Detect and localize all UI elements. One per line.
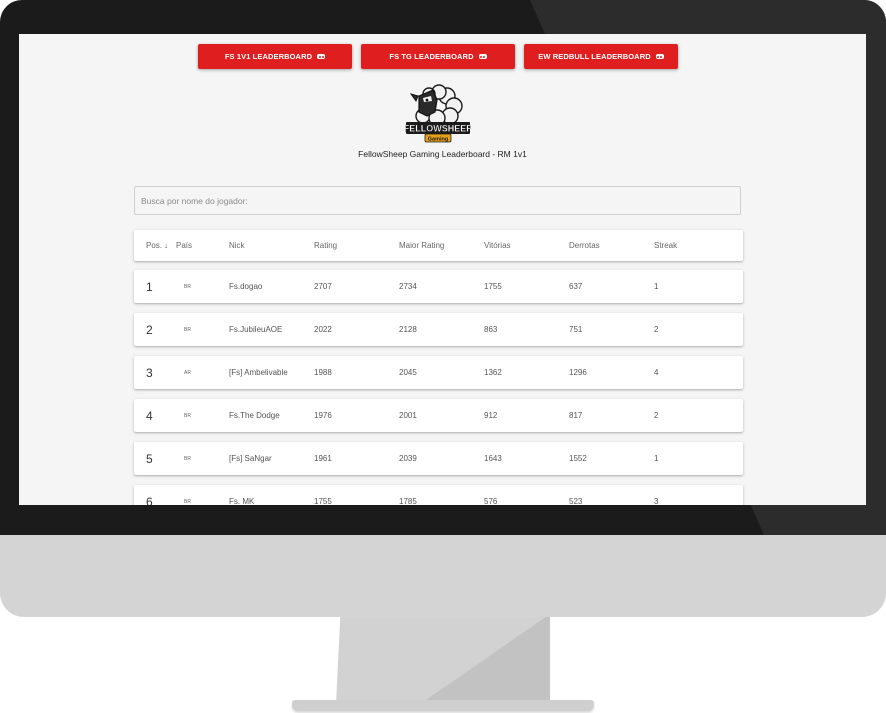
gamepad-icon <box>478 54 487 59</box>
screen: FS 1V1 LEADERBOARD FS TG LEADERBOARD EW … <box>19 34 866 505</box>
row-wins: 912 <box>484 411 498 420</box>
header-nick[interactable]: Nick <box>229 230 245 261</box>
row-max-rating: 1785 <box>399 497 417 505</box>
player-search-input[interactable] <box>134 186 741 215</box>
row-losses: 1296 <box>569 368 587 377</box>
country-flag-icon: BR <box>184 412 191 419</box>
country-flag-icon: BR <box>184 283 191 290</box>
header-rating[interactable]: Rating <box>314 230 337 261</box>
row-max-rating: 2128 <box>399 325 417 334</box>
row-streak: 4 <box>654 368 659 377</box>
header-wins[interactable]: Vitórias <box>484 230 511 261</box>
gamepad-icon <box>317 54 326 59</box>
row-wins: 1362 <box>484 368 502 377</box>
row-streak: 3 <box>654 497 659 505</box>
row-nick: [Fs] Ambelivable <box>229 368 288 377</box>
row-nick: Fs. MK <box>229 497 255 505</box>
page-title: FellowSheep Gaming Leaderboard - RM 1v1 <box>358 149 527 159</box>
country-flag-icon: BR <box>184 498 191 505</box>
row-max-rating: 2045 <box>399 368 417 377</box>
row-position: 5 <box>146 451 153 466</box>
row-rating: 1755 <box>314 497 332 505</box>
row-max-rating: 2734 <box>399 282 417 291</box>
row-wins: 1643 <box>484 454 502 463</box>
row-nick: Fs.JubileuAOE <box>229 325 283 334</box>
row-streak: 1 <box>654 282 659 291</box>
country-flag-icon: BR <box>184 326 191 333</box>
row-nick: [Fs] SaNgar <box>229 454 272 463</box>
header-losses[interactable]: Derrotas <box>569 230 600 261</box>
row-nick: Fs.The Dodge <box>229 411 280 420</box>
row-max-rating: 2039 <box>399 454 417 463</box>
logo-wordmark: FELLOWSHEEP <box>405 124 471 134</box>
nav-button-label: EW REDBULL LEADERBOARD <box>538 52 651 61</box>
fellowsheep-logo: FELLOWSHEEP Gaming <box>405 84 471 143</box>
row-position: 6 <box>146 494 153 506</box>
table-row[interactable]: 6 BR Fs. MK 1755 1785 576 523 3 <box>134 485 743 505</box>
leaderboard-nav: FS 1V1 LEADERBOARD FS TG LEADERBOARD EW … <box>19 44 866 69</box>
row-wins: 1755 <box>484 282 502 291</box>
nav-button-label: FS 1V1 LEADERBOARD <box>224 52 313 61</box>
row-losses: 817 <box>569 411 583 420</box>
header-country[interactable]: País <box>176 230 192 261</box>
row-losses: 637 <box>569 282 583 291</box>
monitor-chin <box>0 535 886 617</box>
header-max-rating[interactable]: Maior Rating <box>399 230 444 261</box>
row-position: 1 <box>146 279 153 294</box>
fs-tg-leaderboard-button[interactable]: FS TG LEADERBOARD <box>361 44 515 69</box>
monitor-stand-base <box>292 700 594 711</box>
row-streak: 2 <box>654 325 659 334</box>
table-row[interactable]: 1 BR Fs.dogao 2707 2734 1755 637 1 <box>134 270 743 303</box>
row-position: 3 <box>146 365 153 380</box>
row-losses: 751 <box>569 325 583 334</box>
country-flag-icon: BR <box>184 455 191 462</box>
row-streak: 2 <box>654 411 659 420</box>
gamepad-icon <box>655 54 664 59</box>
row-rating: 2022 <box>314 325 332 334</box>
row-nick: Fs.dogao <box>229 282 263 291</box>
row-wins: 576 <box>484 497 498 505</box>
row-rating: 2707 <box>314 282 332 291</box>
logo-subtext: Gaming <box>428 137 448 143</box>
row-max-rating: 2001 <box>399 411 417 420</box>
row-position: 2 <box>146 322 153 337</box>
row-losses: 1552 <box>569 454 587 463</box>
table-row[interactable]: 3 AR [Fs] Ambelivable 1988 2045 1362 129… <box>134 356 743 389</box>
header-pos[interactable]: Pos. ↓ <box>146 230 168 261</box>
table-row[interactable]: 5 BR [Fs] SaNgar 1961 2039 1643 1552 1 <box>134 442 743 475</box>
leaderboard-table: Pos. ↓ País Nick Rating Maior Rating Vit… <box>134 230 743 505</box>
table-header-row: Pos. ↓ País Nick Rating Maior Rating Vit… <box>134 230 743 261</box>
ew-redbull-leaderboard-button[interactable]: EW REDBULL LEADERBOARD <box>524 44 678 69</box>
table-row[interactable]: 4 BR Fs.The Dodge 1976 2001 912 817 2 <box>134 399 743 432</box>
row-rating: 1988 <box>314 368 332 377</box>
table-row[interactable]: 2 BR Fs.JubileuAOE 2022 2128 863 751 2 <box>134 313 743 346</box>
row-streak: 1 <box>654 454 659 463</box>
header-pos-label: Pos. <box>146 241 163 250</box>
row-rating: 1976 <box>314 411 332 420</box>
nav-button-label: FS TG LEADERBOARD <box>389 52 474 61</box>
row-losses: 523 <box>569 497 583 505</box>
row-wins: 863 <box>484 325 498 334</box>
row-position: 4 <box>146 408 153 423</box>
row-rating: 1961 <box>314 454 332 463</box>
fs-1v1-leaderboard-button[interactable]: FS 1V1 LEADERBOARD <box>198 44 352 69</box>
country-flag-icon: AR <box>184 369 191 376</box>
header-streak[interactable]: Streak <box>654 230 677 261</box>
sort-down-icon: ↓ <box>164 241 169 250</box>
